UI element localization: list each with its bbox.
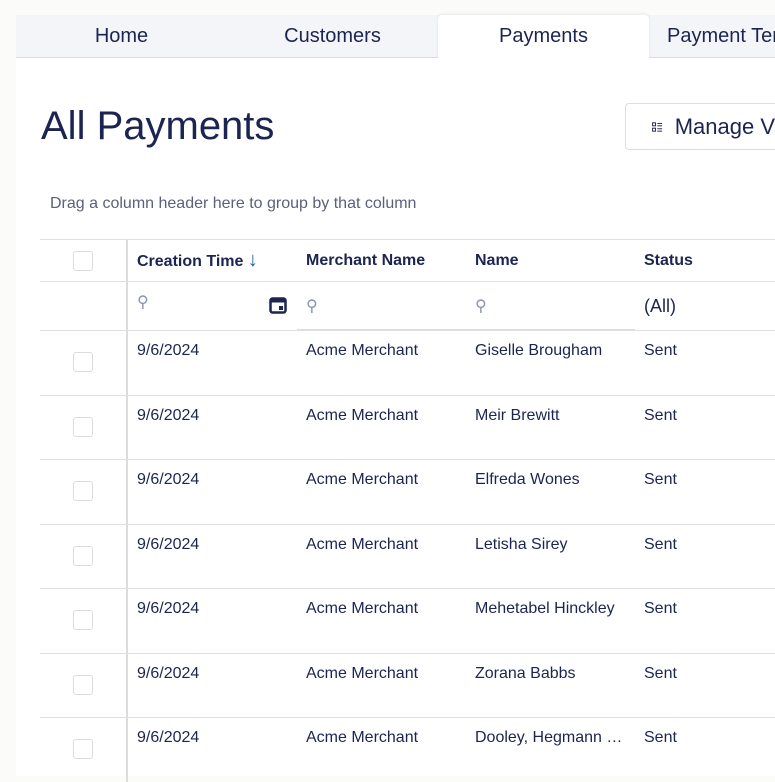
merchant-name-cell: Acme Merchant [306, 729, 419, 746]
creation-time-cell: 9/6/2024 [137, 406, 200, 424]
tab-customers[interactable]: Customers [227, 15, 438, 57]
status-cell: Sent [644, 342, 677, 359]
sort-desc-icon: ↓ [247, 249, 258, 271]
row-checkbox[interactable] [73, 545, 93, 566]
table-row[interactable]: 9/6/2024 Acme Merchant Meir Brewitt Sent [40, 394, 775, 459]
creation-time-cell: 9/6/2024 [137, 600, 200, 617]
creation-time-cell: 9/6/2024 [137, 729, 200, 746]
row-checkbox[interactable] [73, 481, 93, 501]
tab-payments[interactable]: Payments [438, 15, 649, 59]
tab-home[interactable]: Home [16, 15, 227, 57]
manage-views-button[interactable]: Manage V [625, 103, 775, 150]
search-icon: ⚲ [137, 294, 149, 311]
merchant-name-cell: Acme Merchant [306, 406, 419, 424]
name-cell: Letisha Sirey [475, 535, 568, 553]
manage-views-label: Manage V [674, 113, 775, 139]
status-filter[interactable]: (All) [635, 282, 775, 330]
table-row[interactable]: 9/6/2024 Acme Merchant Dooley, Hegmann a… [40, 717, 775, 782]
creation-time-cell: 9/6/2024 [137, 664, 200, 682]
table-row[interactable]: 9/6/2024 Acme Merchant Elfreda Wones Sen… [40, 459, 775, 524]
tab-payment-terms[interactable]: Payment Ter [649, 15, 775, 57]
column-header-merchant-name[interactable]: Merchant Name [297, 240, 466, 281]
status-cell: Sent [644, 729, 677, 746]
search-icon: ⚲ [475, 298, 487, 315]
creation-time-cell: 9/6/2024 [137, 471, 200, 488]
merchant-name-cell: Acme Merchant [306, 664, 419, 682]
calendar-icon[interactable] [269, 296, 287, 314]
page-title: All Payments [41, 104, 275, 148]
row-checkbox[interactable] [73, 352, 93, 372]
column-header-status[interactable]: Status [635, 240, 775, 281]
list-view-icon [652, 121, 663, 132]
row-checkbox[interactable] [73, 739, 93, 759]
merchant-name-cell: Acme Merchant [306, 600, 419, 617]
merchant-name-cell: Acme Merchant [306, 535, 419, 553]
status-cell: Sent [644, 406, 677, 424]
name-cell: Meir Brewitt [475, 406, 560, 424]
creation-time-cell: 9/6/2024 [137, 342, 200, 359]
creation-time-filter[interactable]: ⚲ [128, 282, 297, 330]
merchant-name-cell: Acme Merchant [306, 471, 419, 488]
row-checkbox[interactable] [73, 610, 93, 630]
column-header-creation-time[interactable]: Creation Time ↓ [128, 240, 297, 281]
payments-grid: Creation Time ↓ Merchant Name Name Statu… [40, 239, 775, 782]
filter-row: ⚲ ⚲ ⚲ (All) [40, 281, 775, 330]
row-checkbox[interactable] [73, 416, 93, 437]
name-cell: Dooley, Hegmann and Co [475, 729, 635, 746]
name-cell: Giselle Brougham [475, 342, 603, 359]
status-cell: Sent [644, 535, 677, 553]
table-row[interactable]: 9/6/2024 Acme Merchant Mehetabel Hinckle… [40, 588, 775, 653]
nav-tabs: Home Customers Payments Payment Ter [16, 15, 775, 59]
search-icon: ⚲ [306, 298, 318, 315]
merchant-name-filter[interactable]: ⚲ [297, 282, 466, 330]
name-cell: Zorana Babbs [475, 664, 576, 682]
table-row[interactable]: 9/6/2024 Acme Merchant Giselle Brougham … [40, 330, 775, 395]
group-by-panel: Drag a column header here to group by th… [50, 195, 417, 212]
table-row[interactable]: 9/6/2024 Acme Merchant Zorana Babbs Sent [40, 652, 775, 717]
status-cell: Sent [644, 600, 677, 617]
name-filter[interactable]: ⚲ [466, 282, 635, 330]
table-row[interactable]: 9/6/2024 Acme Merchant Letisha Sirey Sen… [40, 523, 775, 588]
select-all-checkbox[interactable] [73, 250, 93, 271]
creation-time-cell: 9/6/2024 [137, 535, 200, 553]
status-cell: Sent [644, 471, 677, 488]
column-label: Creation Time [137, 253, 244, 270]
name-cell: Elfreda Wones [475, 471, 580, 488]
column-header-name[interactable]: Name [466, 240, 635, 281]
row-checkbox[interactable] [73, 674, 93, 695]
header-row: Creation Time ↓ Merchant Name Name Statu… [40, 239, 775, 281]
name-cell: Mehetabel Hinckley [475, 600, 615, 617]
merchant-name-cell: Acme Merchant [306, 342, 419, 359]
status-cell: Sent [644, 664, 677, 682]
